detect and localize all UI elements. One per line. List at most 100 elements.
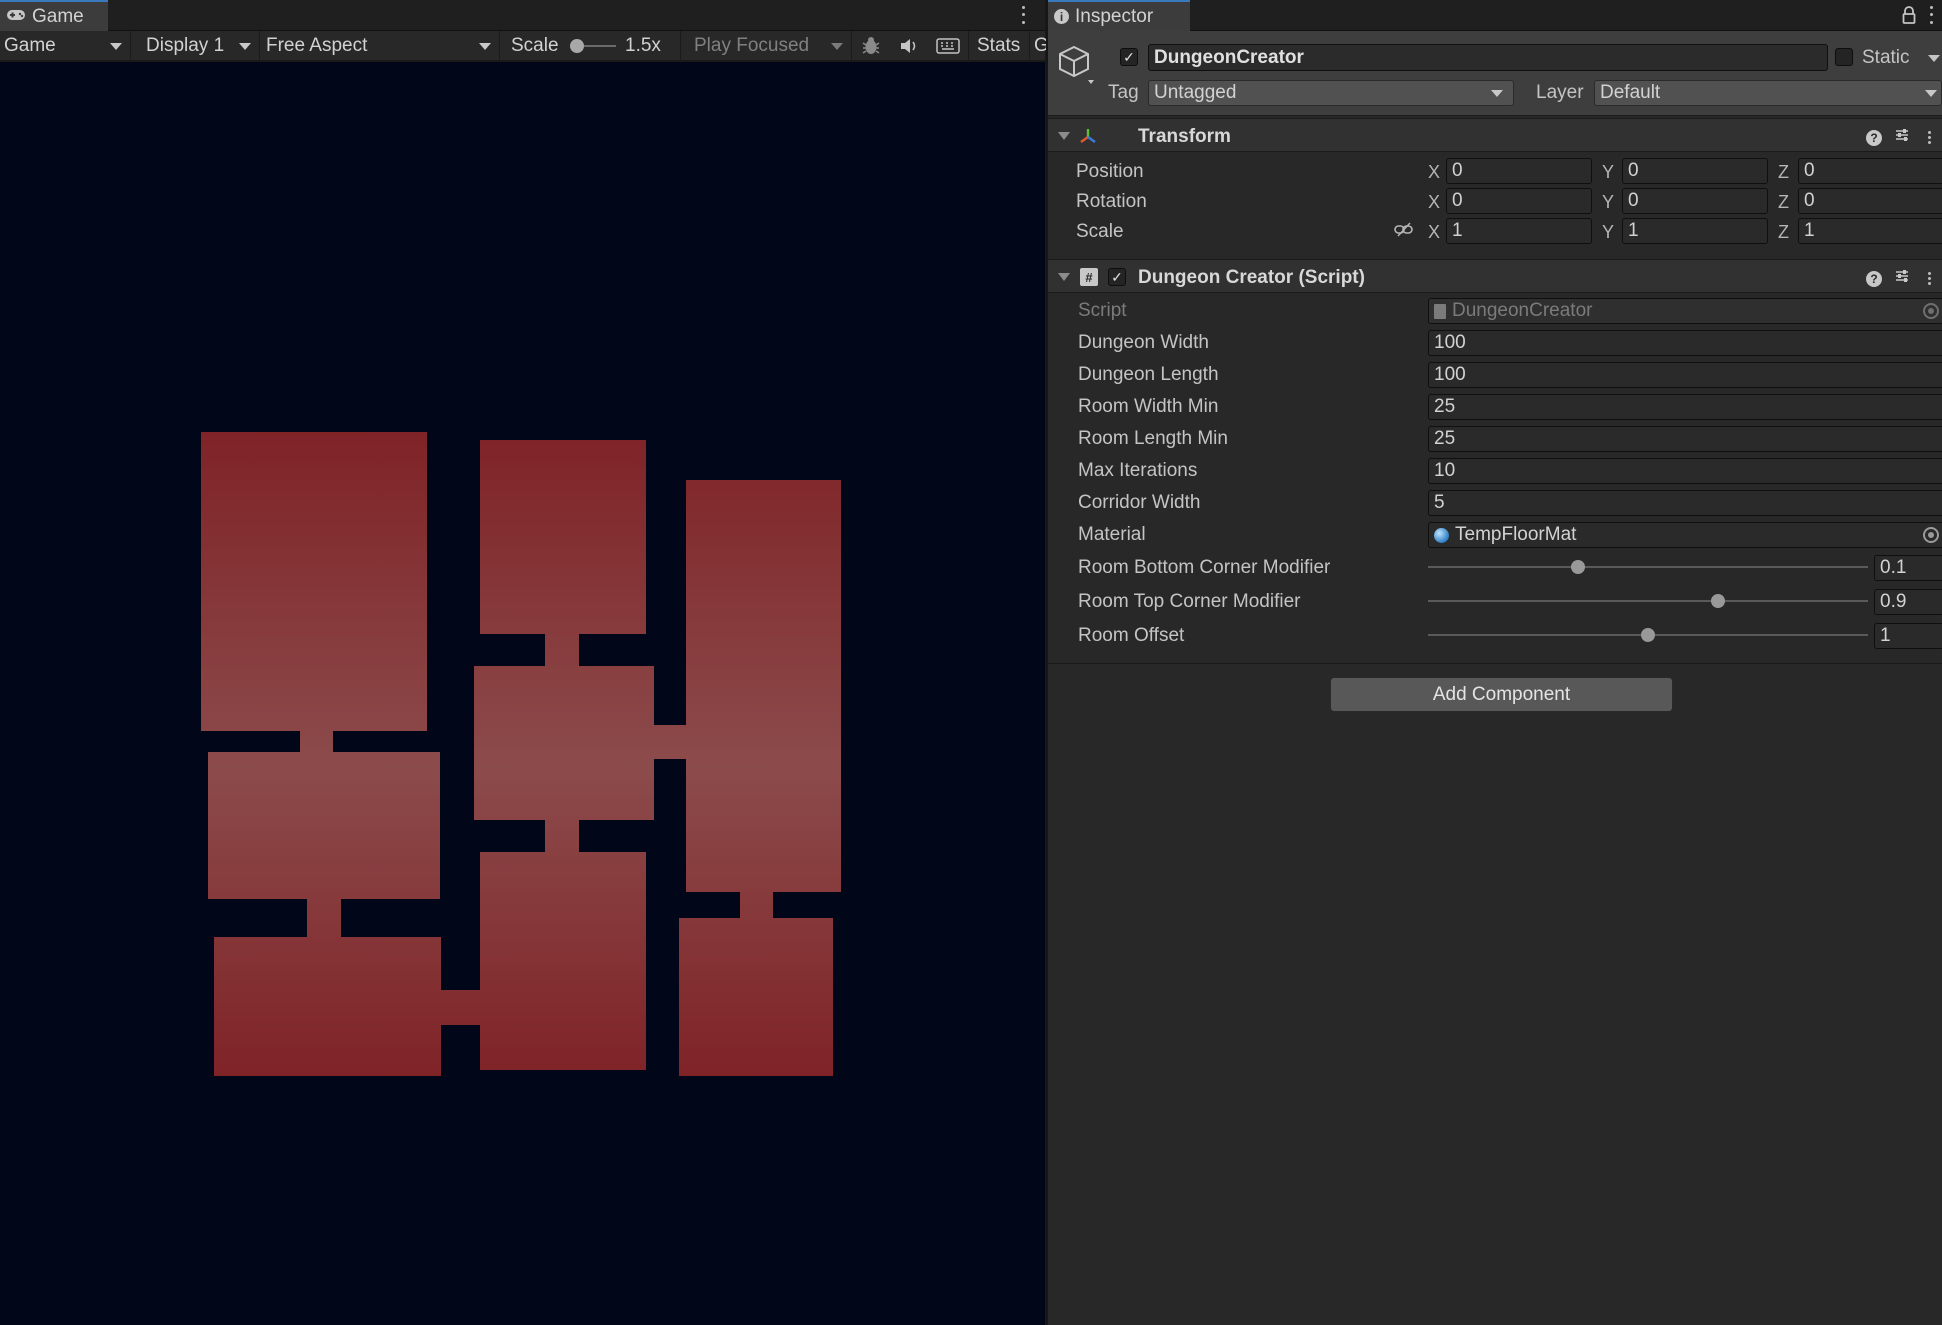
dungeon-corridor [545, 632, 579, 668]
foldout-arrow-icon[interactable] [1058, 132, 1070, 140]
position-x-field[interactable]: 0 [1446, 158, 1592, 184]
dungeon-creator-title: Dungeon Creator (Script) [1138, 267, 1365, 288]
rotation-z-axis: Z [1778, 192, 1789, 212]
tag-dropdown[interactable]: Untagged [1148, 80, 1514, 106]
dungeon-room [214, 937, 441, 1076]
aspect-dropdown[interactable]: Free Aspect [262, 31, 500, 61]
rotation-y-axis: Y [1602, 192, 1615, 212]
room-top-corner-slider-track[interactable] [1428, 600, 1868, 602]
help-icon[interactable]: ? [1866, 129, 1882, 146]
rotation-z-field[interactable]: 0 [1798, 188, 1942, 214]
scale-slider-knob[interactable] [570, 39, 584, 53]
dungeon-room [208, 752, 440, 899]
gameobject-header: ✓ DungeonCreator Static Tag Untagged Lay… [1048, 31, 1942, 116]
scale-y-field[interactable]: 1 [1622, 218, 1768, 244]
scale-z-field[interactable]: 1 [1798, 218, 1942, 244]
material-value: TempFloorMat [1455, 524, 1577, 545]
game-panel: Game Game Display 1 Free Aspect Scale 1.… [0, 0, 1049, 1325]
script-reference-field: DungeonCreator [1428, 298, 1942, 324]
inspector-panel: i Inspector ✓ DungeonCreator Static Tag … [1046, 0, 1942, 1325]
position-y-field[interactable]: 0 [1622, 158, 1768, 184]
toolbar-divider [968, 31, 969, 61]
gameobject-name-value: DungeonCreator [1154, 46, 1304, 68]
speaker-icon[interactable] [898, 31, 922, 61]
transform-header[interactable]: Transform ? [1048, 118, 1942, 152]
room-width-min-field[interactable]: 25 [1428, 394, 1942, 420]
gamepad-icon [6, 6, 26, 28]
presets-icon[interactable] [1894, 127, 1910, 148]
room-offset-slider-knob[interactable] [1641, 628, 1655, 642]
room-bottom-corner-value-field[interactable]: 0.1 [1874, 555, 1942, 581]
room-length-min-field[interactable]: 25 [1428, 426, 1942, 452]
script-label: Script [1078, 300, 1127, 321]
game-mode-dropdown[interactable]: Game [0, 31, 131, 61]
game-viewport[interactable] [0, 62, 1045, 1325]
play-mode-dropdown[interactable]: Play Focused [690, 31, 852, 61]
static-dropdown-icon[interactable] [1928, 55, 1940, 62]
script-menu-icon[interactable] [1922, 271, 1936, 287]
room-top-corner-value: 0.9 [1880, 591, 1907, 612]
rotation-y-field[interactable]: 0 [1622, 188, 1768, 214]
inspector-more-icon[interactable] [1924, 4, 1938, 26]
room-width-min-label: Room Width Min [1078, 396, 1219, 417]
tag-value: Untagged [1154, 82, 1237, 103]
stats-button[interactable]: Stats [977, 31, 1020, 61]
chevron-down-icon [1491, 90, 1503, 97]
dungeon-length-field[interactable]: 100 [1428, 362, 1942, 388]
bug-icon[interactable] [860, 31, 884, 61]
static-checkbox[interactable] [1835, 48, 1853, 66]
gameobject-active-checkbox[interactable]: ✓ [1120, 48, 1138, 66]
object-picker-icon [1923, 303, 1939, 319]
presets-icon[interactable] [1894, 268, 1910, 289]
dungeon-corridor [652, 725, 688, 759]
tab-game[interactable]: Game [0, 0, 108, 31]
scale-x-field[interactable]: 1 [1446, 218, 1592, 244]
foldout-arrow-icon[interactable] [1058, 273, 1070, 281]
tab-game-label: Game [32, 5, 84, 27]
transform-menu-icon[interactable] [1922, 130, 1936, 146]
dungeon-room [686, 480, 841, 892]
scale-row-label: Scale [1076, 221, 1124, 242]
game-toolbar: Game Display 1 Free Aspect Scale 1.5x Pl… [0, 31, 1049, 61]
object-picker-icon[interactable] [1923, 527, 1939, 543]
corridor-width-value: 5 [1434, 492, 1445, 513]
layer-dropdown[interactable]: Default [1594, 80, 1942, 106]
dungeon-corridor [439, 990, 482, 1025]
gameobject-name-field[interactable]: DungeonCreator [1148, 44, 1828, 71]
scale-y-value: 1 [1628, 220, 1639, 241]
dungeon-room [480, 440, 646, 634]
dungeon-creator-header[interactable]: # ✓ Dungeon Creator (Script) ? [1048, 259, 1942, 293]
dungeon-width-field[interactable]: 100 [1428, 330, 1942, 356]
dungeon-room [679, 918, 833, 1076]
scale-slider[interactable] [568, 31, 618, 61]
lock-icon[interactable] [1902, 6, 1916, 29]
display-label: Display 1 [146, 35, 225, 56]
add-component-button[interactable]: Add Component [1330, 677, 1673, 712]
keyboard-icon[interactable] [936, 31, 962, 61]
room-bottom-corner-slider-knob[interactable] [1570, 560, 1585, 574]
chevron-down-icon [110, 43, 122, 50]
room-bottom-corner-slider-track[interactable] [1428, 566, 1868, 568]
max-iterations-field[interactable]: 10 [1428, 458, 1942, 484]
room-top-corner-slider-knob[interactable] [1711, 594, 1726, 608]
game-more-icon[interactable] [1016, 4, 1030, 26]
room-offset-value-field[interactable]: 1 [1874, 623, 1942, 649]
corridor-width-field[interactable]: 5 [1428, 490, 1942, 516]
material-sphere-icon [1434, 527, 1449, 543]
game-mode-label: Game [4, 35, 56, 56]
material-field[interactable]: TempFloorMat [1428, 522, 1942, 548]
rotation-x-value: 0 [1452, 190, 1463, 211]
tab-inspector-label: Inspector [1075, 5, 1154, 27]
room-top-corner-value-field[interactable]: 0.9 [1874, 589, 1942, 615]
play-mode-label: Play Focused [694, 35, 810, 56]
dungeon-corridor [545, 818, 579, 854]
rotation-label: Rotation [1076, 191, 1147, 212]
help-icon[interactable]: ? [1866, 270, 1882, 287]
constrain-proportions-icon[interactable] [1394, 222, 1414, 243]
component-enabled-checkbox[interactable]: ✓ [1108, 268, 1126, 286]
rotation-x-field[interactable]: 0 [1446, 188, 1592, 214]
position-z-field[interactable]: 0 [1798, 158, 1942, 184]
gameobject-cube-icon[interactable] [1058, 43, 1098, 92]
display-dropdown[interactable]: Display 1 [142, 31, 260, 61]
tab-inspector[interactable]: i Inspector [1048, 0, 1190, 31]
